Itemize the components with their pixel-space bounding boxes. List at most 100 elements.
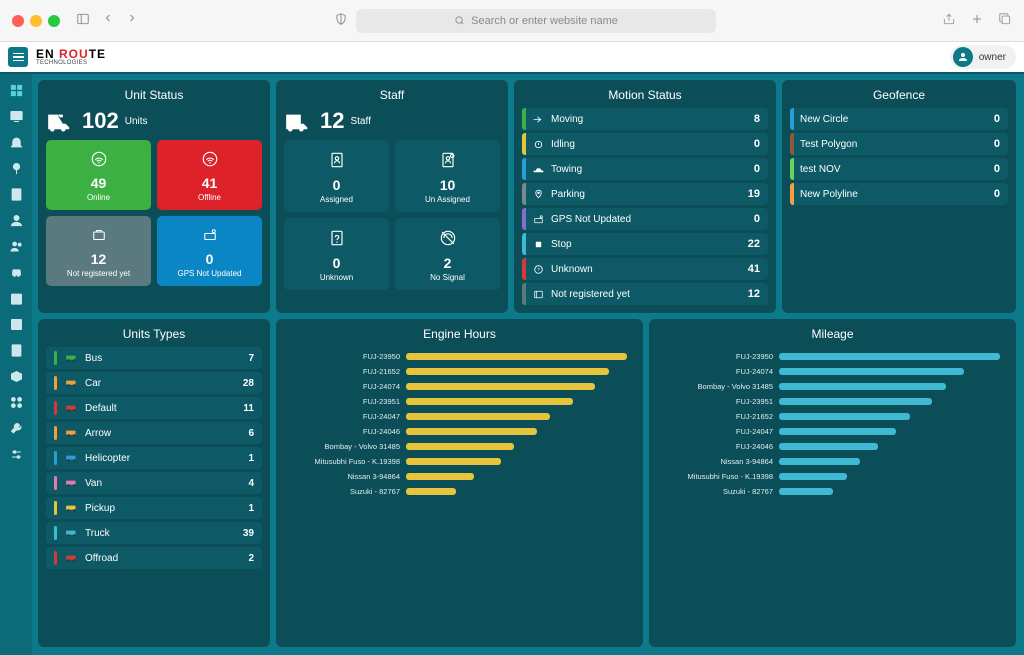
unit-type-row[interactable]: Truck 39 (46, 522, 262, 544)
motion-row[interactable]: Towing 0 (522, 158, 768, 180)
card-title: Engine Hours (284, 327, 635, 341)
vehicle-icon (65, 478, 79, 488)
sidebar-item-schedule[interactable] (4, 286, 28, 310)
mileage-card: Mileage FUJ-23950 FUJ-24074 Bombay - Vol… (649, 319, 1016, 647)
tile-assigned[interactable]: 0 Assigned (284, 140, 389, 212)
nav-back-icon[interactable] (102, 12, 114, 29)
motion-row[interactable]: Parking 19 (522, 183, 768, 205)
window-close-button[interactable] (12, 15, 24, 27)
app-topbar: EN ROUTE TECHNOLOGIES owner (0, 42, 1024, 74)
geofence-row[interactable]: test NOV 0 (790, 158, 1008, 180)
card-title: Units Types (46, 327, 262, 341)
browser-nav-icons (76, 12, 138, 29)
chart-bar (779, 353, 1000, 360)
unit-type-value: 1 (248, 453, 254, 464)
sidebar-item-commands[interactable] (4, 390, 28, 414)
gps-icon (200, 226, 220, 244)
sidebar-item-dashboard[interactable] (4, 78, 28, 102)
sidebar-item-vehicles[interactable] (4, 260, 28, 284)
user-avatar-icon (953, 47, 973, 67)
chart-row: FUJ-23951 (288, 396, 631, 407)
motion-value: 0 (754, 213, 760, 225)
motion-row[interactable]: GPS Not Updated 0 (522, 208, 768, 230)
geofence-row[interactable]: New Polyline 0 (790, 183, 1008, 205)
sidebar-item-users[interactable] (4, 208, 28, 232)
chart-row: FUJ-23951 (661, 396, 1004, 407)
unit-type-row[interactable]: Bus 7 (46, 347, 262, 369)
tile-offline[interactable]: 41 Offline (157, 140, 262, 210)
motion-label: Moving (551, 114, 754, 125)
chart-label: FUJ-23950 (661, 352, 773, 361)
motion-icon (532, 288, 545, 301)
motion-value: 41 (748, 263, 760, 275)
unit-type-label: Helicopter (85, 453, 248, 464)
unit-count-label: Units (125, 116, 148, 127)
window-maximize-button[interactable] (48, 15, 60, 27)
motion-row[interactable]: ? Unknown 41 (522, 258, 768, 280)
unit-type-label: Offroad (85, 553, 248, 564)
url-bar[interactable]: Search or enter website name (356, 9, 716, 33)
tile-no-signal[interactable]: 2 No Signal (395, 218, 500, 290)
motion-row[interactable]: Not registered yet 12 (522, 283, 768, 305)
motion-row[interactable]: Moving 8 (522, 108, 768, 130)
motion-label: Unknown (551, 264, 748, 275)
unit-type-row[interactable]: Default 11 (46, 397, 262, 419)
tile-not-registered[interactable]: 12 Not registered yet (46, 216, 151, 286)
chart-bar (406, 383, 595, 390)
chart-row: FUJ-24046 (661, 441, 1004, 452)
unit-type-label: Truck (85, 528, 243, 539)
motion-value: 12 (748, 288, 760, 300)
chart-row: Suzuki - 82767 (288, 486, 631, 497)
geofence-label: New Circle (800, 114, 994, 125)
tile-unassigned[interactable]: 10 Un Assigned (395, 140, 500, 212)
geofence-row[interactable]: New Circle 0 (790, 108, 1008, 130)
tile-gps-not-updated[interactable]: 0 GPS Not Updated (157, 216, 262, 286)
chart-row: Nissan 3-94864 (288, 471, 631, 482)
unit-type-row[interactable]: Helicopter 1 (46, 447, 262, 469)
motion-icon (532, 238, 545, 251)
unit-type-row[interactable]: Pickup 1 (46, 497, 262, 519)
sidebar-item-jobs[interactable] (4, 312, 28, 336)
motion-row[interactable]: Stop 22 (522, 233, 768, 255)
sidebar-item-settings[interactable] (4, 442, 28, 466)
sidebar-item-reports[interactable] (4, 182, 28, 206)
nav-forward-icon[interactable] (126, 12, 138, 29)
share-icon[interactable] (942, 12, 956, 29)
motion-label: Towing (551, 164, 754, 175)
chart-bar (406, 443, 514, 450)
new-tab-icon[interactable] (970, 12, 984, 29)
motion-label: GPS Not Updated (551, 214, 754, 225)
sidebar-item-timesheets[interactable] (4, 338, 28, 362)
window-minimize-button[interactable] (30, 15, 42, 27)
chart-label: Nissan 3-94864 (661, 457, 773, 466)
unit-type-row[interactable]: Car 28 (46, 372, 262, 394)
user-menu[interactable]: owner (950, 45, 1016, 69)
motion-icon (532, 213, 545, 226)
unit-type-row[interactable]: Offroad 2 (46, 547, 262, 569)
vehicle-icon (65, 428, 79, 438)
chart-row: FUJ-23950 (661, 351, 1004, 362)
sidebar-item-monitor[interactable] (4, 104, 28, 128)
unit-type-row[interactable]: Arrow 6 (46, 422, 262, 444)
sidebar-item-notifications[interactable] (4, 130, 28, 154)
sidebar-item-geofence[interactable] (4, 364, 28, 388)
tile-online[interactable]: 49 Online (46, 140, 151, 210)
unit-type-label: Bus (85, 353, 248, 364)
tabs-icon[interactable] (998, 12, 1012, 29)
shield-icon[interactable] (334, 12, 348, 29)
geofence-row[interactable]: Test Polygon 0 (790, 133, 1008, 155)
unit-type-label: Car (85, 378, 243, 389)
sidebar-toggle-icon[interactable] (76, 12, 90, 29)
menu-toggle-button[interactable] (8, 47, 28, 67)
sidebar-item-pin[interactable] (4, 156, 28, 180)
svg-text:?: ? (537, 267, 540, 273)
motion-row[interactable]: Idling 0 (522, 133, 768, 155)
tile-unknown[interactable]: 0 Unknown (284, 218, 389, 290)
sidebar-item-maintenance[interactable] (4, 416, 28, 440)
motion-icon (532, 138, 545, 151)
sidebar-item-drivers[interactable] (4, 234, 28, 258)
staff-count: 12 (320, 108, 344, 134)
sidebar-nav (0, 74, 32, 655)
chart-bar (406, 353, 627, 360)
unit-type-row[interactable]: Van 4 (46, 472, 262, 494)
